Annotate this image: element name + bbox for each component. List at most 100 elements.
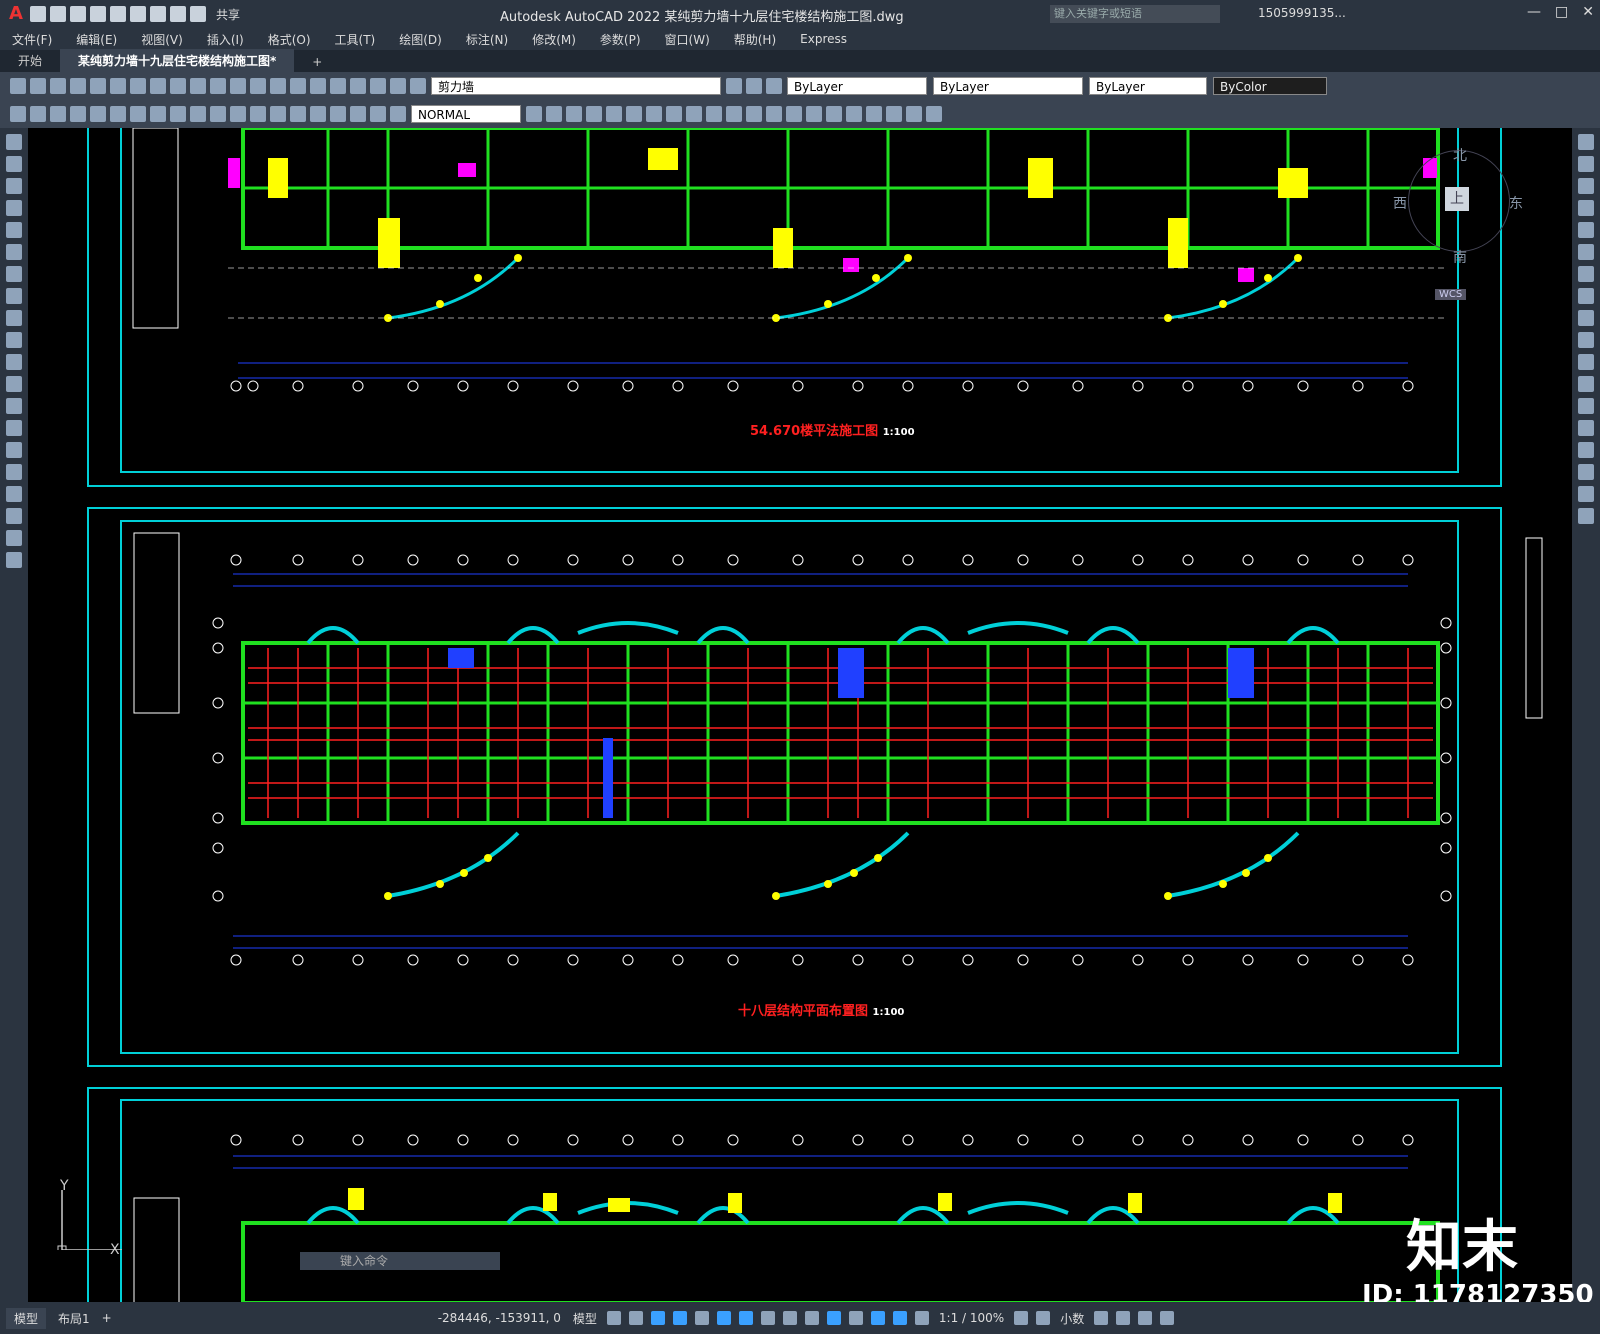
save-icon[interactable] (70, 6, 86, 22)
pan-icon[interactable] (250, 78, 266, 94)
match-properties-icon[interactable] (190, 78, 206, 94)
customize-icon[interactable] (1160, 1311, 1175, 1325)
array-icon[interactable] (606, 106, 622, 122)
jogged-dim-icon[interactable] (110, 106, 126, 122)
dim-style-dropdown[interactable]: NORMAL (411, 105, 521, 123)
spline-icon[interactable] (6, 310, 22, 326)
dim-update-icon[interactable] (390, 106, 406, 122)
scale-icon[interactable] (666, 106, 682, 122)
revision-cloud-icon[interactable] (6, 288, 22, 304)
layer-properties-icon[interactable] (410, 78, 426, 94)
dim-text-edit-icon[interactable] (370, 106, 386, 122)
chamfer-icon[interactable] (1578, 442, 1594, 458)
make-current-icon[interactable] (726, 78, 742, 94)
continue-dim-icon[interactable] (210, 106, 226, 122)
insert-block-icon[interactable] (906, 106, 922, 122)
ellipse-arc-icon[interactable] (6, 354, 22, 370)
units-dropdown[interactable]: 小数 (1060, 1310, 1084, 1327)
explode-icon[interactable] (826, 106, 842, 122)
erase-icon[interactable] (526, 106, 542, 122)
dim-edit-icon[interactable] (350, 106, 366, 122)
fillet-icon[interactable] (1578, 464, 1594, 480)
blend-curves-icon[interactable] (1578, 486, 1594, 502)
lineweight-dropdown[interactable]: ByLayer (1089, 77, 1207, 95)
ungroup-icon[interactable] (866, 106, 882, 122)
tab-start[interactable]: 开始 (0, 49, 60, 72)
dynamic-ucs-icon[interactable] (826, 1311, 841, 1325)
mirror-icon[interactable] (1578, 178, 1594, 194)
radius-dim-icon[interactable] (90, 106, 106, 122)
angular-dim-icon[interactable] (150, 106, 166, 122)
app-logo[interactable]: A (6, 4, 26, 24)
ellipse-icon[interactable] (6, 332, 22, 348)
quick-dim-icon[interactable] (170, 106, 186, 122)
baseline-dim-icon[interactable] (190, 106, 206, 122)
tool-palettes-icon[interactable] (350, 78, 366, 94)
maximize-button[interactable]: □ (1555, 4, 1568, 20)
zoom-icon[interactable] (270, 78, 286, 94)
arc-icon[interactable] (6, 244, 22, 260)
viewcube-top[interactable]: 上 (1445, 187, 1469, 211)
group-icon[interactable] (846, 106, 862, 122)
cut-icon[interactable] (130, 78, 146, 94)
menu-dimension[interactable]: 标注(N) (454, 31, 520, 48)
share-button[interactable]: 共享 (216, 6, 240, 23)
menu-file[interactable]: 文件(F) (0, 31, 64, 48)
annotation-monitor-icon[interactable] (1036, 1311, 1051, 1325)
table-icon[interactable] (6, 508, 22, 524)
redo-icon[interactable] (190, 6, 206, 22)
move-icon[interactable] (1578, 244, 1594, 260)
compass-east[interactable]: 东 (1509, 193, 1523, 213)
user-account[interactable]: 1505999135... (1258, 6, 1346, 20)
compass-west[interactable]: 西 (1393, 193, 1407, 213)
gradient-icon[interactable] (6, 464, 22, 480)
object-snap-tracking-icon[interactable] (716, 1311, 731, 1325)
insert-block-icon[interactable] (6, 376, 22, 392)
linetype-dropdown[interactable]: ByLayer (933, 77, 1083, 95)
lineweight-icon[interactable] (760, 1311, 775, 1325)
offset-icon[interactable] (1578, 200, 1594, 216)
annotation-scale[interactable]: 1:1 / 100% (939, 1311, 1004, 1325)
wcs-menu[interactable]: WCS (1435, 289, 1467, 300)
center-mark-icon[interactable] (290, 106, 306, 122)
copy-icon[interactable] (1578, 156, 1594, 172)
linear-dim-icon[interactable] (10, 106, 26, 122)
grid-icon[interactable] (606, 1311, 621, 1325)
transparency-icon[interactable] (782, 1311, 797, 1325)
isodraft-icon[interactable] (694, 1311, 709, 1325)
rotate-icon[interactable] (646, 106, 662, 122)
arc-length-icon[interactable] (50, 106, 66, 122)
inspect-icon[interactable] (310, 106, 326, 122)
dim-space-icon[interactable] (230, 106, 246, 122)
compass-north[interactable]: 北 (1453, 145, 1467, 165)
compass-south[interactable]: 南 (1453, 247, 1467, 267)
calculator-icon[interactable] (370, 78, 386, 94)
zoom-window-icon[interactable] (290, 78, 306, 94)
join-icon[interactable] (766, 106, 782, 122)
dim-break-icon[interactable] (250, 106, 266, 122)
erase-icon[interactable] (1578, 134, 1594, 150)
rectangle-icon[interactable] (6, 222, 22, 238)
explode-icon[interactable] (1578, 508, 1594, 524)
point-icon[interactable] (6, 420, 22, 436)
undo-icon[interactable] (170, 6, 186, 22)
copy-icon[interactable] (150, 78, 166, 94)
add-selected-icon[interactable] (6, 552, 22, 568)
circle-icon[interactable] (6, 266, 22, 282)
auto-scale-icon[interactable] (914, 1311, 929, 1325)
fillet-icon[interactable] (806, 106, 822, 122)
ordinate-dim-icon[interactable] (70, 106, 86, 122)
layer-dropdown[interactable]: 剪力墙 (431, 77, 721, 95)
minimize-button[interactable]: — (1527, 4, 1541, 20)
new-icon[interactable] (10, 78, 26, 94)
break-icon[interactable] (1578, 398, 1594, 414)
color-dropdown[interactable]: ByLayer (787, 77, 927, 95)
menu-edit[interactable]: 编辑(E) (64, 31, 129, 48)
tolerance-icon[interactable] (270, 106, 286, 122)
menu-insert[interactable]: 插入(I) (195, 31, 256, 48)
polar-icon[interactable] (672, 1311, 687, 1325)
open-web-icon[interactable] (110, 6, 126, 22)
new-tab-button[interactable]: + (294, 52, 340, 72)
save-icon[interactable] (50, 78, 66, 94)
properties-icon[interactable] (310, 78, 326, 94)
